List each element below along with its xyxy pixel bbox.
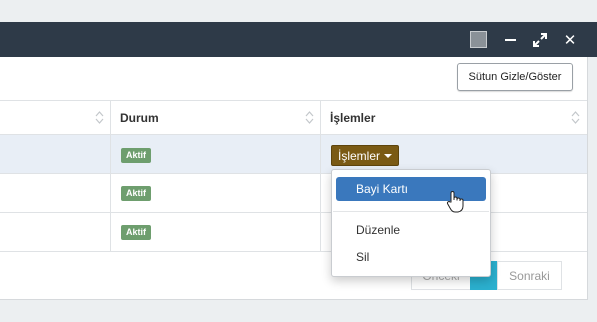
sort-icon[interactable] bbox=[305, 110, 314, 125]
expand-icon bbox=[533, 32, 547, 47]
status-badge: Aktif bbox=[121, 148, 151, 163]
maximize-button[interactable] bbox=[530, 22, 550, 57]
menu-item-duzenle[interactable]: Düzenle bbox=[336, 218, 486, 242]
status-badge: Aktif bbox=[121, 186, 151, 201]
table-row[interactable]: Aktif bbox=[0, 213, 587, 252]
column-visibility-button[interactable]: Sütun Gizle/Göster bbox=[457, 63, 573, 91]
menu-divider bbox=[333, 211, 489, 212]
close-button[interactable]: ✕ bbox=[560, 22, 580, 57]
sort-icon[interactable] bbox=[571, 110, 580, 125]
column-divider bbox=[110, 135, 111, 173]
column-divider bbox=[110, 174, 111, 212]
close-icon: ✕ bbox=[563, 31, 577, 49]
table-row[interactable]: Aktif bbox=[0, 135, 587, 174]
window-titlebar: ✕ bbox=[0, 22, 597, 57]
menu-item-sil[interactable]: Sil bbox=[336, 245, 486, 269]
column-divider bbox=[320, 174, 321, 212]
column-divider bbox=[110, 101, 111, 134]
table-row[interactable]: Aktif bbox=[0, 174, 587, 213]
column-header-status[interactable]: Durum bbox=[120, 101, 159, 134]
column-header-actions[interactable]: İşlemler bbox=[330, 101, 375, 134]
actions-dropdown-menu: Bayi Kartı Düzenle Sil bbox=[331, 169, 491, 277]
square-icon bbox=[469, 31, 487, 48]
actions-button-label: İşlemler bbox=[337, 148, 380, 163]
pagination-next[interactable]: Sonraki bbox=[497, 261, 562, 290]
hand-cursor-icon bbox=[446, 191, 464, 213]
sort-icon[interactable] bbox=[95, 110, 104, 125]
column-divider bbox=[320, 213, 321, 251]
actions-dropdown-button[interactable]: İşlemler bbox=[331, 145, 399, 166]
theme-button[interactable] bbox=[467, 22, 489, 57]
column-divider bbox=[320, 135, 321, 173]
column-divider bbox=[320, 101, 321, 134]
minimize-button[interactable] bbox=[501, 22, 519, 57]
caret-down-icon bbox=[384, 153, 392, 158]
column-divider bbox=[110, 213, 111, 251]
minimize-icon bbox=[504, 38, 516, 41]
status-badge: Aktif bbox=[121, 225, 151, 240]
table-header: Durum İşlemler bbox=[0, 100, 587, 135]
